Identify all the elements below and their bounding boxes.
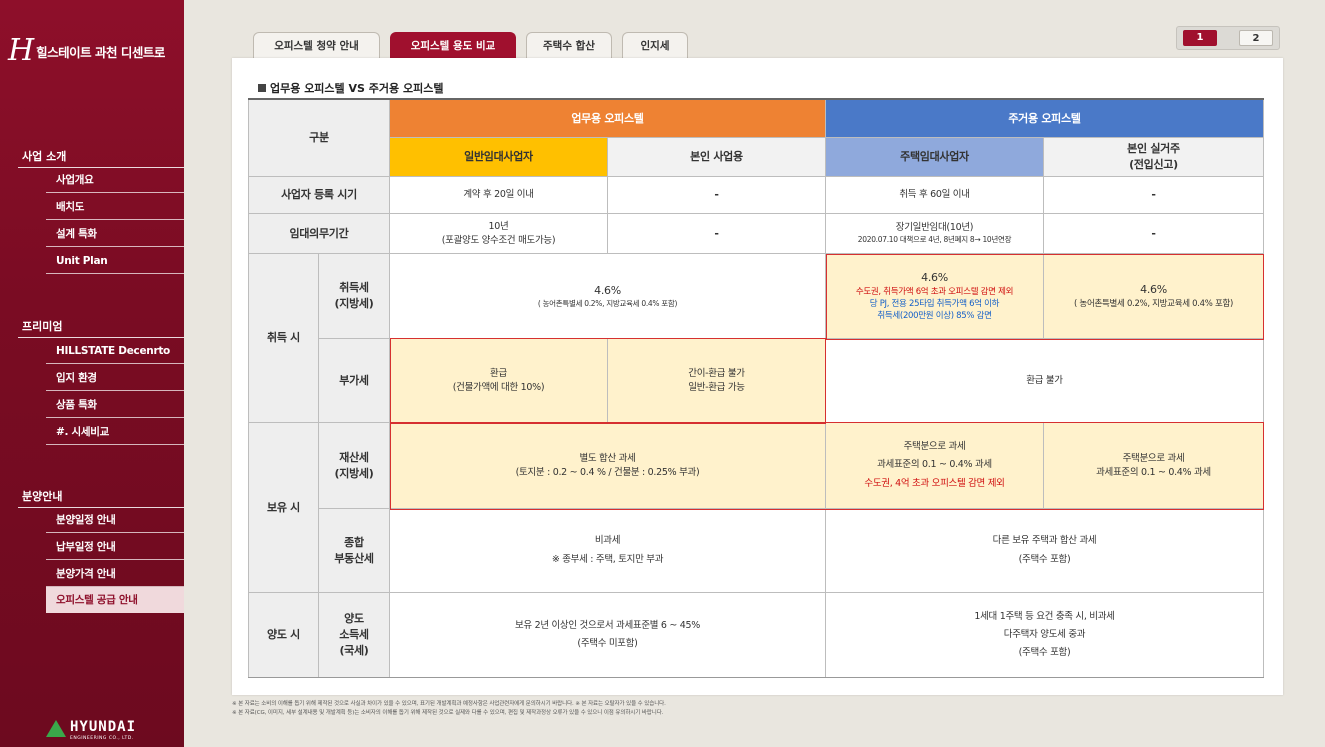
menu-item-overview[interactable]: 사업개요 (46, 167, 184, 193)
cell-property-tax-business: 별도 합산 과세 (토지분 : 0.2 ~ 0.4 % / 건물분 : 0.25… (390, 423, 826, 509)
header-own-business: 본인 사업용 (608, 138, 826, 177)
cell-r1-c2: - (608, 177, 826, 214)
menu-item-price[interactable]: 분양가격 안내 (46, 561, 184, 587)
brand-sub: ENGINEERING CO., LTD. (70, 736, 134, 741)
menu-item-hillstate[interactable]: HILLSTATE Decenrto (46, 338, 184, 364)
tab-subscription[interactable]: 오피스텔 청약 안내 (253, 32, 380, 58)
row-label-comprehensive-tax: 종합 부동산세 (319, 509, 390, 593)
tab-usage-compare[interactable]: 오피스텔 용도 비교 (390, 32, 516, 58)
footnote-1: ※ 본 자료는 소비의 이해를 돕기 위해 제작된 것으로 사실과 차이가 있을… (232, 701, 666, 707)
menu-item-schedule[interactable]: 분양일정 안내 (46, 507, 184, 533)
cell-r2-c2: - (608, 214, 826, 254)
menu-item-officetel-supply[interactable]: 오피스텔 공급 안내 (46, 587, 184, 613)
header-business-officetel: 업무용 오피스텔 (390, 100, 826, 138)
header-residential-officetel: 주거용 오피스텔 (826, 100, 1264, 138)
group-label-holding: 보유 시 (248, 423, 319, 593)
cell-capital-gains-business: 보유 2년 이상인 것으로서 과세표준별 6 ~ 45% (주택수 미포함) (390, 593, 826, 678)
page-switcher: 1 2 (1176, 26, 1280, 50)
row-label-acquisition-tax: 취득세 (지방세) (319, 254, 390, 339)
header-own-residence: 본인 실거주 (전입신고) (1044, 138, 1264, 177)
tab-house-count[interactable]: 주택수 합산 (526, 32, 612, 58)
hyundai-triangle-icon (46, 720, 66, 737)
menu-item-design[interactable]: 설계 특화 (46, 221, 184, 247)
cell-vat-general-rental: 환급 (건물가액에 대한 10%) (390, 339, 608, 423)
header-housing-rental: 주택임대사업자 (826, 138, 1044, 177)
logo-text: 힐스테이트 과천 디센트로 (36, 44, 165, 60)
cell-acq-tax-business: 4.6% ( 농어촌특별세 0.2%, 지방교육세 0.4% 포함) (390, 254, 826, 339)
row-label-registration: 사업자 등록 시기 (248, 177, 390, 214)
section-title: 업무용 오피스텔 VS 주거용 오피스텔 (258, 80, 443, 96)
page-1-button[interactable]: 1 (1183, 30, 1217, 46)
cell-vat-residential: 환급 불가 (826, 339, 1264, 423)
cell-r2-c3: 장기일반임대(10년) 2020.07.10 대책으로 4년, 8년폐지 8→ … (826, 214, 1044, 254)
cell-capital-gains-residential: 1세대 1주택 등 요건 충족 시, 비과세 다주택자 양도세 중과 (주택수 … (826, 593, 1264, 678)
menu-item-payment[interactable]: 납부일정 안내 (46, 534, 184, 560)
cell-acq-tax-own-residence: 4.6% ( 농어촌특별세 0.2%, 지방교육세 0.4% 포함) (1044, 254, 1264, 339)
menu-section-premium: 프리미엄 (22, 320, 63, 333)
hillstate-logo-icon: H (8, 33, 35, 68)
hyundai-logo: HYUNDAI ENGINEERING CO., LTD. (46, 716, 136, 741)
cell-r2-c1: 10년 (포괄양도 양수조건 매도가능) (390, 214, 608, 254)
brand-name: HYUNDAI (70, 719, 137, 735)
menu-item-location[interactable]: 입지 환경 (46, 365, 184, 391)
menu-item-site-plan[interactable]: 배치도 (46, 194, 184, 220)
menu-section-business: 사업 소개 (22, 150, 67, 163)
row-label-capital-gains-tax: 양도 소득세 (국세) (319, 593, 390, 678)
row-label-property-tax: 재산세 (지방세) (319, 423, 390, 509)
cell-vat-own-business: 간이-환급 불가 일반-환급 가능 (608, 339, 826, 423)
cell-comprehensive-tax-residential: 다른 보유 주택과 합산 과세 (주택수 포함) (826, 509, 1264, 593)
cell-acq-tax-housing-rental: 4.6% 수도권, 취득가액 6억 초과 오피스텔 감면 제외 당 PJ, 전용… (826, 254, 1044, 339)
menu-section-sales: 분양안내 (22, 490, 63, 503)
group-label-acquisition: 취득 시 (248, 254, 319, 423)
brand-logo[interactable]: H 힐스테이트 과천 디센트로 (8, 36, 183, 66)
table-bottom-rule (248, 677, 1264, 678)
footnote-2: ※ 본 자료(CG, 이미지, 세부 설계내용 및 개발계획 등)는 소비자의 … (232, 710, 664, 716)
row-label-vat: 부가세 (319, 339, 390, 423)
cell-r1-c3: 취득 후 60일 이내 (826, 177, 1044, 214)
row-label-rental-period: 임대의무기간 (248, 214, 390, 254)
cell-property-tax-housing-rental: 주택분으로 과세 과세표준의 0.1 ~ 0.4% 과세 수도권, 4억 초과 … (826, 423, 1044, 509)
group-label-transfer: 양도 시 (248, 593, 319, 678)
menu-item-price-compare[interactable]: #. 시세비교 (46, 419, 184, 445)
tab-stamp-tax[interactable]: 인지세 (622, 32, 688, 58)
menu-item-product[interactable]: 상품 특화 (46, 392, 184, 418)
page-2-button[interactable]: 2 (1239, 30, 1273, 46)
square-bullet-icon (258, 84, 266, 92)
sidebar: H 힐스테이트 과천 디센트로 사업 소개 사업개요 배치도 설계 특화 Uni… (0, 0, 184, 747)
cell-r1-c4: - (1044, 177, 1264, 214)
cell-r1-c1: 계약 후 20일 이내 (390, 177, 608, 214)
cell-r2-c4: - (1044, 214, 1264, 254)
header-gubun: 구분 (248, 100, 390, 177)
menu-item-unit-plan[interactable]: Unit Plan (46, 248, 184, 274)
cell-property-tax-own-residence: 주택분으로 과세 과세표준의 0.1 ~ 0.4% 과세 (1044, 423, 1264, 509)
cell-comprehensive-tax-business: 비과세 ※ 종부세 : 주택, 토지만 부과 (390, 509, 826, 593)
header-general-rental: 일반임대사업자 (390, 138, 608, 177)
